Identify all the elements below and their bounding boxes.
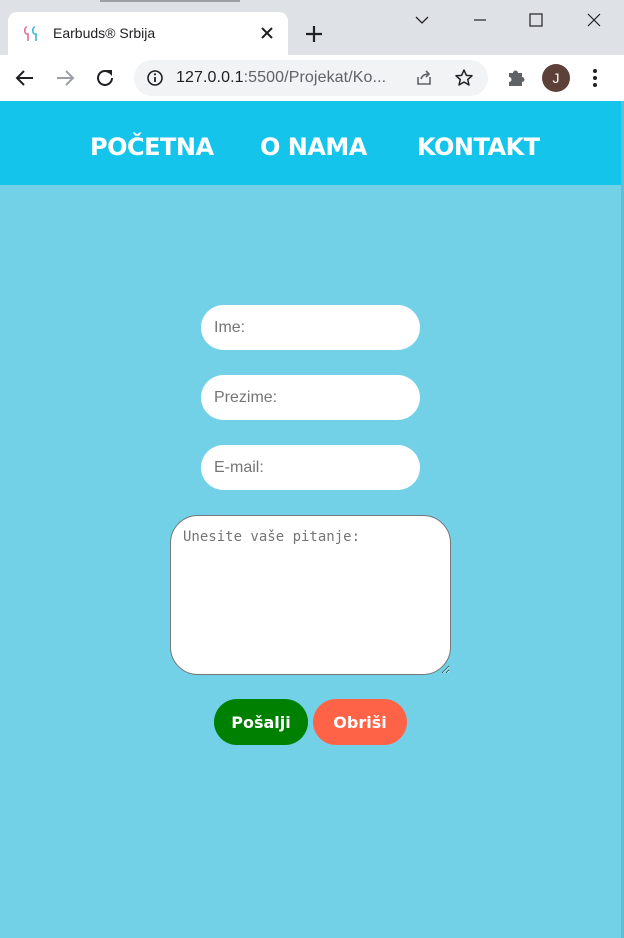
nav-link-contact[interactable]: KONTAKT <box>417 133 540 161</box>
nav-link-home[interactable]: POČETNA <box>90 133 214 161</box>
kebab-menu-icon[interactable] <box>582 65 608 91</box>
browser-titlebar: Earbuds® Srbija <box>0 0 624 55</box>
plus-icon[interactable] <box>302 22 326 46</box>
window-top-strip <box>100 0 240 2</box>
window-close-icon[interactable] <box>580 8 608 32</box>
earbuds-favicon-icon <box>23 26 37 41</box>
maximize-icon[interactable] <box>522 8 550 32</box>
browser-tab[interactable]: Earbuds® Srbija <box>8 12 288 55</box>
question-textarea[interactable] <box>170 515 451 675</box>
extensions-puzzle-icon[interactable] <box>503 65 529 91</box>
url-host: 127.0.0.1 <box>176 69 244 86</box>
profile-avatar[interactable]: J <box>542 64 570 92</box>
forward-arrow-icon[interactable] <box>52 65 78 91</box>
chevron-down-icon[interactable] <box>408 8 436 32</box>
back-arrow-icon[interactable] <box>12 65 38 91</box>
email-field[interactable] <box>201 445 420 490</box>
close-icon[interactable] <box>258 24 276 42</box>
minimize-icon[interactable] <box>466 8 494 32</box>
nav-link-about[interactable]: O NAMA <box>260 133 367 161</box>
surname-field[interactable] <box>201 375 420 420</box>
star-icon[interactable] <box>454 68 474 88</box>
share-icon[interactable] <box>414 68 434 88</box>
site-navbar: POČETNA O NAMA KONTAKT <box>0 101 624 185</box>
send-button[interactable]: Pošalji <box>214 699 308 745</box>
address-bar[interactable]: 127.0.0.1:5500/Projekat/Ko... <box>134 60 488 96</box>
clear-button[interactable]: Obriši <box>313 699 407 745</box>
tab-title: Earbuds® Srbija <box>53 25 156 41</box>
reload-icon[interactable] <box>92 65 118 91</box>
name-field[interactable] <box>201 305 420 350</box>
browser-toolbar: 127.0.0.1:5500/Projekat/Ko... J <box>0 55 624 101</box>
url-text: 127.0.0.1:5500/Projekat/Ko... <box>176 69 386 87</box>
url-path: :5500/Projekat/Ko... <box>243 69 387 86</box>
info-icon[interactable] <box>146 69 164 87</box>
